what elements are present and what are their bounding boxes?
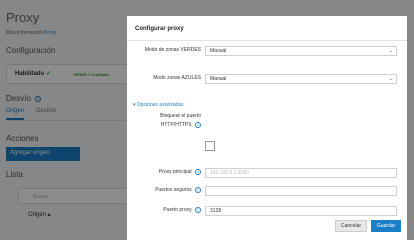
dialog-header-divider xyxy=(127,40,407,41)
blue-zone-value: Manual xyxy=(210,76,227,82)
proxy-port-label-text: Puerto proxy xyxy=(163,207,192,213)
secure-ports-label: Puertos seguros i xyxy=(133,186,201,195)
info-icon[interactable]: i xyxy=(195,121,201,128)
save-button[interactable]: Guardar xyxy=(371,220,401,232)
info-icon[interactable]: i xyxy=(195,206,201,213)
blue-zone-select[interactable]: Manual ⌄ xyxy=(205,74,397,84)
advanced-options-toggle[interactable]: ▾ Opciones avanzadas xyxy=(133,102,184,108)
info-icon[interactable]: i xyxy=(195,186,201,193)
info-icon[interactable]: i xyxy=(195,168,201,175)
green-zone-select[interactable]: Manual ⌄ xyxy=(205,46,397,56)
chevron-down-icon: ⌄ xyxy=(388,48,393,54)
configure-proxy-dialog: Configurar proxy Modo de zonas VERDES Ma… xyxy=(127,16,407,240)
secure-ports-input[interactable] xyxy=(205,186,397,196)
chevron-down-icon: ⌄ xyxy=(388,76,393,82)
block-http-checkbox[interactable] xyxy=(205,141,215,151)
dialog-title: Configurar proxy xyxy=(135,26,184,32)
main-proxy-input[interactable]: 192.168.0.1:8080 xyxy=(205,168,397,178)
proxy-port-input[interactable]: 3128 xyxy=(205,206,397,216)
advanced-options-label: Opciones avanzadas xyxy=(136,102,184,108)
proxy-port-label: Puerto proxy i xyxy=(133,206,201,215)
main-proxy-label: Proxy principal i xyxy=(133,168,201,177)
green-zone-label: Modo de zonas VERDES xyxy=(144,47,201,53)
block-http-label: Bloquear el puerto HTTP/HTTPS i xyxy=(133,112,201,130)
cancel-button[interactable]: Cancelar xyxy=(335,220,367,232)
main-proxy-label-text: Proxy principal xyxy=(158,169,192,175)
green-zone-value: Manual xyxy=(210,48,227,54)
secure-ports-label-text: Puertos seguros xyxy=(155,187,192,193)
blue-zone-label: Modo zonas AZULES xyxy=(153,75,201,81)
